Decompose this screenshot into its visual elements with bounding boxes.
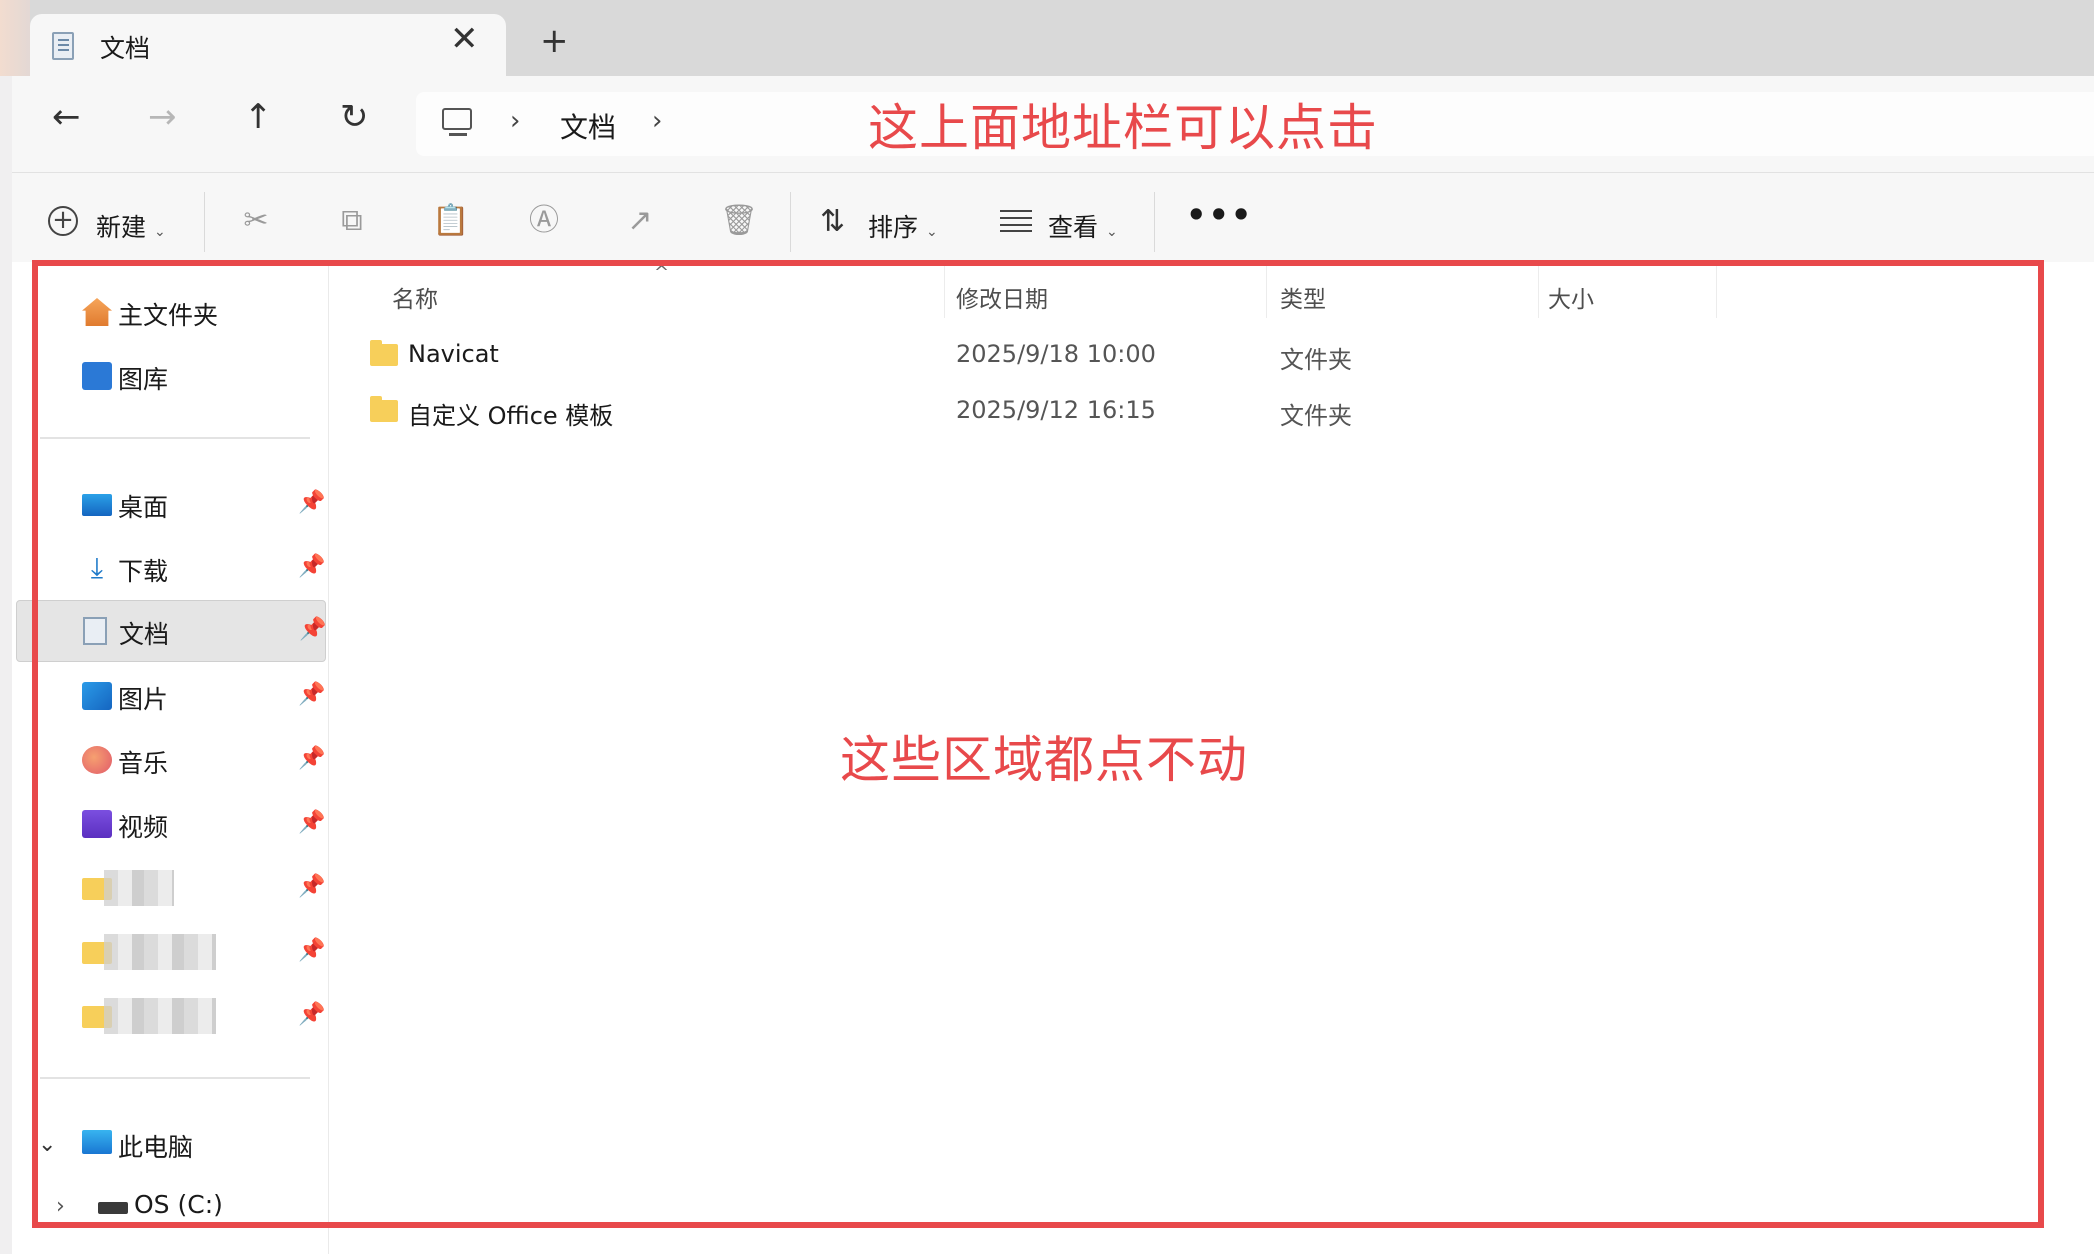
computer-icon-stand xyxy=(449,133,467,136)
new-label: 新建 xyxy=(96,213,147,242)
new-button[interactable]: 新建 ⌄ xyxy=(96,208,166,244)
copy-icon[interactable]: ⧉ xyxy=(336,204,368,238)
more-options-icon[interactable]: ••• xyxy=(1186,196,1253,234)
chevron-down-icon: ⌄ xyxy=(925,224,938,240)
new-tab-icon[interactable]: + xyxy=(540,24,569,58)
breadcrumb-chevron-icon[interactable]: › xyxy=(652,108,662,134)
delete-icon[interactable]: 🗑 xyxy=(720,204,758,238)
chevron-down-icon: ⌄ xyxy=(1105,224,1118,240)
view-label: 查看 xyxy=(1048,213,1099,242)
rename-icon[interactable]: Ⓐ xyxy=(528,204,560,238)
annotation-middle-note: 这些区域都点不动 xyxy=(840,731,1248,789)
sort-icon[interactable]: ⇅ xyxy=(820,204,845,239)
breadcrumb-documents[interactable]: 文档 xyxy=(560,106,616,146)
tab-title: 文档 xyxy=(100,34,151,63)
up-icon[interactable]: ↑ xyxy=(244,100,273,134)
forward-icon[interactable]: → xyxy=(148,100,177,134)
paste-icon[interactable]: 📋 xyxy=(432,204,469,238)
breadcrumb-chevron-icon[interactable]: › xyxy=(510,108,520,134)
toolbar-divider xyxy=(204,192,205,252)
share-icon[interactable]: ↗ xyxy=(624,204,656,238)
sort-button[interactable]: 排序 ⌄ xyxy=(868,208,938,244)
refresh-icon[interactable]: ↻ xyxy=(340,100,369,134)
view-button[interactable]: 查看 ⌄ xyxy=(1048,208,1118,244)
close-tab-icon[interactable]: ✕ xyxy=(450,22,479,56)
view-icon[interactable] xyxy=(1000,210,1032,232)
desktop-edge xyxy=(0,0,30,76)
toolbar-divider xyxy=(790,192,791,252)
annotation-top-note: 这上面地址栏可以点击 xyxy=(868,99,1378,157)
sort-label: 排序 xyxy=(868,213,919,242)
chevron-down-icon: ⌄ xyxy=(153,224,166,240)
documents-icon xyxy=(52,32,74,60)
add-icon[interactable]: + xyxy=(48,206,78,236)
computer-icon[interactable] xyxy=(442,108,472,130)
toolbar-divider xyxy=(1154,192,1155,252)
cut-icon[interactable]: ✂ xyxy=(240,204,272,238)
back-icon[interactable]: ← xyxy=(52,100,81,134)
